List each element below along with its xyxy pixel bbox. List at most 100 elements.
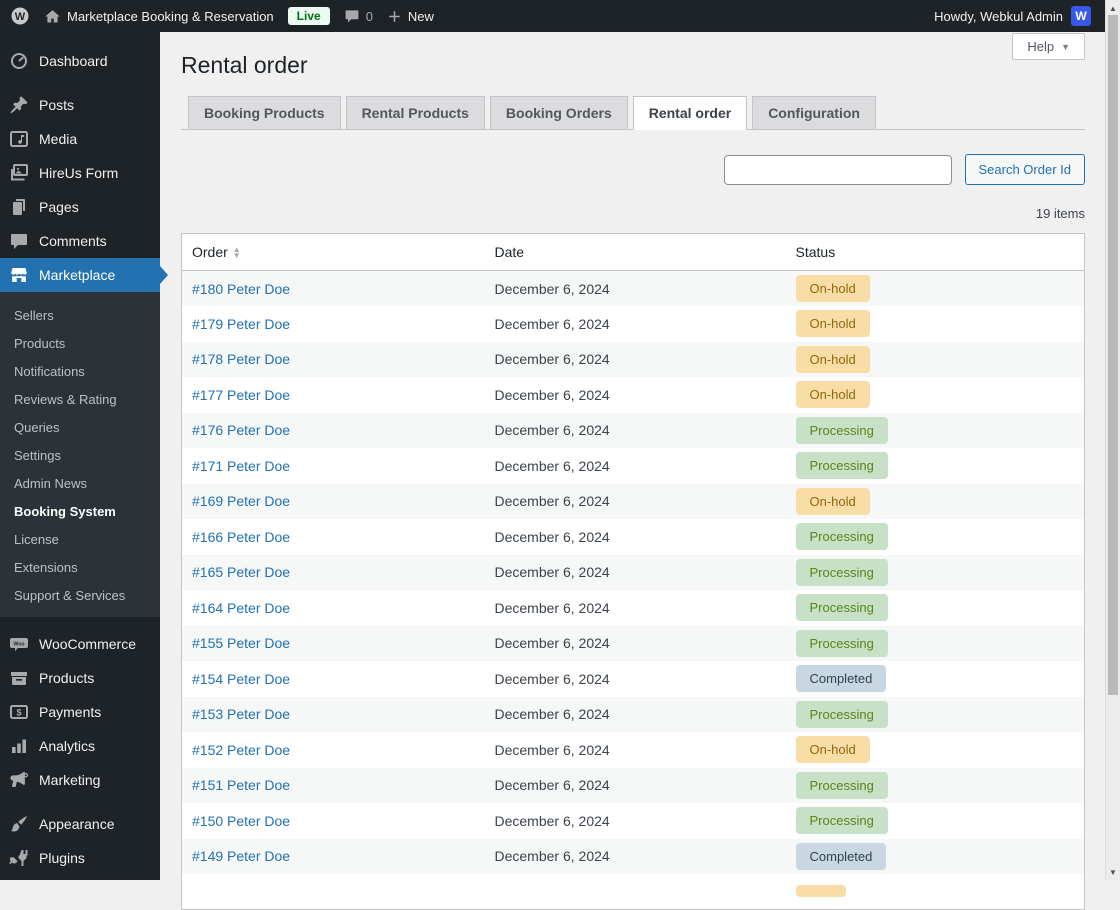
table-header-row: Order ▲ ▼ Date Status xyxy=(181,233,1085,271)
submenu-item-support-services[interactable]: Support & Services xyxy=(0,581,160,609)
submenu-item-booking-system[interactable]: Booking System xyxy=(0,497,160,525)
help-button[interactable]: Help ▼ xyxy=(1012,33,1085,60)
sidebar-item-analytics[interactable]: Analytics xyxy=(0,729,160,763)
submenu-item-queries[interactable]: Queries xyxy=(0,413,160,441)
submenu-item-license[interactable]: License xyxy=(0,525,160,553)
scroll-down-icon[interactable]: ▼ xyxy=(1106,865,1120,879)
order-link[interactable]: #164 Peter Doe xyxy=(192,600,290,616)
menu-separator xyxy=(0,617,160,627)
scrollbar-thumb[interactable] xyxy=(1108,15,1118,695)
search-row: Search Order Id xyxy=(181,154,1085,185)
status-badge: On-hold xyxy=(795,381,870,409)
order-link[interactable]: #171 Peter Doe xyxy=(192,458,290,474)
orders-table: Order ▲ ▼ Date Status #180 Peter Doe Decemb… xyxy=(181,233,1085,910)
sidebar-item-marketing[interactable]: Marketing xyxy=(0,763,160,797)
vertical-scrollbar[interactable]: ▲ ▼ xyxy=(1105,0,1120,880)
sidebar-item-woocommerce[interactable]: Woo WooCommerce xyxy=(0,627,160,661)
status-badge: On-hold xyxy=(795,310,870,338)
tab-rental-order[interactable]: Rental order xyxy=(632,96,748,130)
sidebar-item-appearance[interactable]: Appearance xyxy=(0,807,160,841)
submenu-item-sellers[interactable]: Sellers xyxy=(0,301,160,329)
order-link[interactable]: #152 Peter Doe xyxy=(192,742,290,758)
status-badge: Completed xyxy=(795,842,887,870)
wordpress-logo-icon[interactable]: W xyxy=(10,6,30,26)
tab-rental-products[interactable]: Rental Products xyxy=(345,96,485,129)
order-link[interactable]: #155 Peter Doe xyxy=(192,635,290,651)
column-header-status: Status xyxy=(785,233,1085,271)
status-badge: Completed xyxy=(795,665,887,693)
menu-separator xyxy=(0,797,160,807)
sidebar-item-marketplace[interactable]: Marketplace xyxy=(0,258,168,292)
sidebar-item-plugins[interactable]: Plugins xyxy=(0,841,160,875)
order-link[interactable]: #180 Peter Doe xyxy=(192,281,290,297)
sidebar-item-comments[interactable]: Comments xyxy=(0,224,160,258)
search-order-id-button[interactable]: Search Order Id xyxy=(964,154,1085,185)
table-row: #171 Peter Doe December 6, 2024 Processing xyxy=(181,448,1085,484)
sort-arrows-icon: ▲ ▼ xyxy=(232,245,241,261)
status-badge: On-hold xyxy=(795,275,870,302)
sidebar-item-hireus-form[interactable]: HireUs Form xyxy=(0,156,160,190)
order-link[interactable]: #149 Peter Doe xyxy=(192,848,290,864)
sidebar-item-label: HireUs Form xyxy=(39,165,119,181)
submenu-item-products[interactable]: Products xyxy=(0,329,160,357)
help-label: Help xyxy=(1027,39,1055,54)
tab-booking-products[interactable]: Booking Products xyxy=(188,96,341,129)
table-row: #149 Peter Doe December 6, 2024 Completed xyxy=(181,838,1085,874)
submenu-item-notifications[interactable]: Notifications xyxy=(0,357,160,385)
order-link[interactable]: #179 Peter Doe xyxy=(192,316,290,332)
status-badge: Processing xyxy=(795,416,888,444)
sidebar-item-posts[interactable]: Posts xyxy=(0,88,160,122)
chevron-down-icon: ▼ xyxy=(1061,41,1070,52)
marketplace-submenu: Sellers Products Notifications Reviews & Ra… xyxy=(0,292,160,617)
submenu-item-reviews-rating[interactable]: Reviews & Rating xyxy=(0,385,160,413)
order-link[interactable]: #169 Peter Doe xyxy=(192,493,290,509)
avatar[interactable]: W xyxy=(1071,6,1091,26)
images-icon xyxy=(9,163,29,183)
comments-bubble[interactable]: 0 xyxy=(344,8,373,24)
order-link[interactable]: #165 Peter Doe xyxy=(192,564,290,580)
svg-text:$: $ xyxy=(16,708,21,718)
order-link[interactable]: #153 Peter Doe xyxy=(192,706,290,722)
sidebar-item-payments[interactable]: $ Payments xyxy=(0,695,160,729)
howdy-text[interactable]: Howdy, Webkul Admin xyxy=(934,9,1063,24)
submenu-item-admin-news[interactable]: Admin News xyxy=(0,469,160,497)
sidebar-item-products[interactable]: Products xyxy=(0,661,160,695)
table-row: #179 Peter Doe December 6, 2024 On-hold xyxy=(181,306,1085,342)
column-header-order[interactable]: Order ▲ ▼ xyxy=(181,233,485,271)
dashboard-icon xyxy=(9,51,29,71)
site-link[interactable]: Marketplace Booking & Reservation xyxy=(44,8,274,25)
status-badge: Processing xyxy=(795,700,888,728)
order-link[interactable]: #150 Peter Doe xyxy=(192,813,290,829)
submenu-item-extensions[interactable]: Extensions xyxy=(0,553,160,581)
sidebar-item-dashboard[interactable]: Dashboard xyxy=(0,44,160,78)
order-link[interactable]: #177 Peter Doe xyxy=(192,387,290,403)
status-badge: Processing xyxy=(795,629,888,657)
comment-icon xyxy=(9,231,29,251)
order-link[interactable]: #176 Peter Doe xyxy=(192,422,290,438)
order-date: December 6, 2024 xyxy=(494,670,610,687)
order-date: December 6, 2024 xyxy=(494,386,610,403)
submenu-item-settings[interactable]: Settings xyxy=(0,441,160,469)
new-button[interactable]: New xyxy=(387,9,434,24)
status-badge: Processing xyxy=(795,807,888,835)
status-badge: Processing xyxy=(795,594,888,622)
order-link[interactable]: #178 Peter Doe xyxy=(192,351,290,367)
sidebar-item-pages[interactable]: Pages xyxy=(0,190,160,224)
order-id-search-input[interactable] xyxy=(723,154,952,185)
sidebar-item-label: Comments xyxy=(39,233,107,249)
tab-booking-orders[interactable]: Booking Orders xyxy=(489,96,628,129)
sidebar-item-label: Analytics xyxy=(39,738,96,754)
order-date: December 6, 2024 xyxy=(494,635,610,652)
order-link[interactable]: #166 Peter Doe xyxy=(192,529,290,545)
order-link[interactable]: #154 Peter Doe xyxy=(192,671,290,687)
active-arrow xyxy=(160,266,168,284)
order-date xyxy=(485,874,786,910)
scroll-up-icon[interactable]: ▲ xyxy=(1106,1,1120,15)
status-badge: On-hold xyxy=(795,345,870,373)
comment-count: 0 xyxy=(365,8,373,24)
plus-icon xyxy=(387,9,402,24)
woocommerce-icon: Woo xyxy=(9,634,29,654)
order-link[interactable]: #151 Peter Doe xyxy=(192,777,290,793)
sidebar-item-media[interactable]: Media xyxy=(0,122,160,156)
tab-configuration[interactable]: Configuration xyxy=(752,96,876,129)
